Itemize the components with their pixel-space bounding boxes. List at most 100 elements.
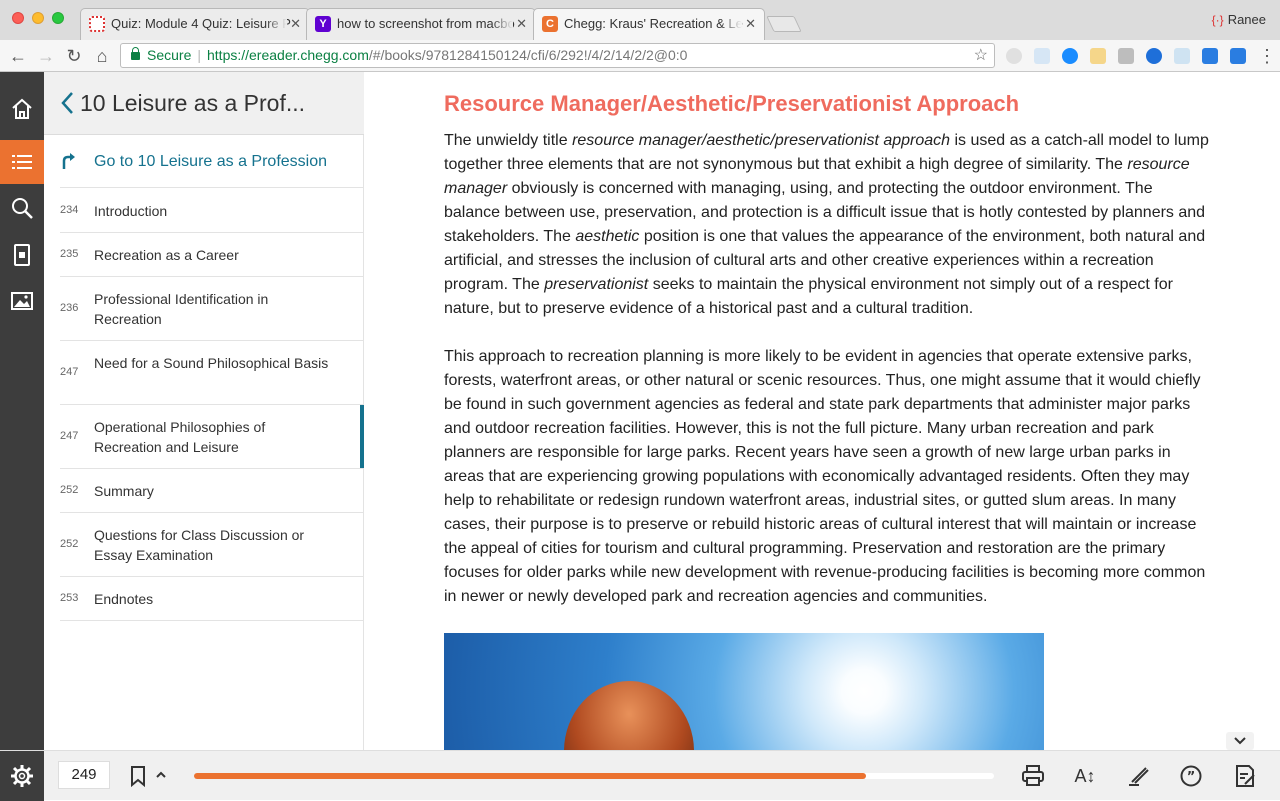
bookmark-icon[interactable] bbox=[130, 765, 146, 787]
profile-icon: {·} bbox=[1211, 13, 1224, 27]
browser-menu-icon[interactable]: ⋮ bbox=[1258, 44, 1276, 68]
reload-icon[interactable]: ↻ bbox=[62, 44, 86, 68]
profile-button[interactable]: {·} Ranee bbox=[1212, 12, 1266, 27]
extension-icon[interactable] bbox=[1146, 48, 1162, 64]
toc-sidebar: 10 Leisure as a Prof... Go to 10 Leisure… bbox=[44, 72, 364, 750]
image-icon[interactable] bbox=[0, 279, 44, 323]
quote-icon[interactable]: ” bbox=[1178, 763, 1204, 789]
tab-title: Chegg: Kraus' Recreation & Le bbox=[564, 16, 743, 31]
extension-icon[interactable] bbox=[1062, 48, 1078, 64]
url-host: https://ereader.chegg.com bbox=[207, 47, 369, 63]
toc-item-label: Introduction bbox=[94, 203, 168, 219]
emphasized-text: preservationist bbox=[544, 276, 649, 293]
browser-tab[interactable]: Y how to screenshot from macbo ✕ bbox=[306, 8, 536, 40]
profile-name: Ranee bbox=[1227, 12, 1266, 27]
url-path: /#/books/9781284150124/cfi/6/292!/4/2/14… bbox=[368, 47, 688, 63]
extension-icon[interactable] bbox=[1174, 48, 1190, 64]
svg-text:”: ” bbox=[1187, 770, 1196, 785]
reading-progress-bar[interactable] bbox=[194, 773, 994, 779]
goto-chapter-label: Go to 10 Leisure as a Profession bbox=[94, 153, 328, 170]
tab-title: Quiz: Module 4 Quiz: Leisure P bbox=[111, 16, 291, 31]
browser-toolbar: ← → ↻ ⌂ Secure | https://ereader.chegg.com… bbox=[0, 40, 1280, 72]
toc-icon[interactable] bbox=[0, 140, 44, 184]
extension-icon[interactable] bbox=[1090, 48, 1106, 64]
reading-progress-fill bbox=[194, 773, 866, 779]
toc-page-number: 247 bbox=[60, 366, 79, 378]
new-tab-button[interactable] bbox=[766, 16, 802, 32]
emphasized-text: aesthetic bbox=[575, 228, 640, 245]
chevron-up-icon[interactable] bbox=[155, 765, 167, 787]
toc-item[interactable]: 234 Introduction bbox=[60, 189, 364, 233]
section-heading: Resource Manager/Aesthetic/Preservationi… bbox=[444, 91, 1020, 116]
toc-item[interactable]: 247 Need for a Sound Philosophical Basis bbox=[60, 341, 364, 405]
toc-item-label: Endnotes bbox=[94, 591, 154, 607]
arrow-turn-icon bbox=[62, 153, 75, 169]
toc-header: 10 Leisure as a Prof... bbox=[44, 72, 364, 135]
chevron-left-icon[interactable] bbox=[58, 89, 76, 117]
paragraph: The unwieldy title resource manager/aest… bbox=[444, 129, 1209, 321]
lock-icon bbox=[131, 47, 140, 60]
bookmark-star-icon[interactable]: ☆ bbox=[974, 44, 988, 67]
paragraph: This approach to recreation planning is … bbox=[444, 348, 1206, 605]
extension-icon[interactable] bbox=[1202, 48, 1218, 64]
flashcards-icon[interactable] bbox=[0, 233, 44, 277]
toc-list: 234 Introduction 235 Recreation as a Car… bbox=[60, 189, 364, 621]
close-window-button[interactable] bbox=[12, 12, 24, 24]
browser-tab[interactable]: Quiz: Module 4 Quiz: Leisure P ✕ bbox=[80, 8, 310, 40]
text-size-icon[interactable]: A↕ bbox=[1072, 763, 1098, 789]
toc-item-label: Summary bbox=[94, 483, 154, 499]
notes-icon[interactable] bbox=[1232, 763, 1258, 789]
toc-page-number: 235 bbox=[60, 248, 79, 260]
minimize-window-button[interactable] bbox=[32, 12, 44, 24]
emphasized-text: resource manager/aesthetic/preservationi… bbox=[572, 132, 951, 149]
highlight-icon[interactable] bbox=[1126, 763, 1152, 789]
reader-bottombar: 249 A↕ ” bbox=[0, 750, 1280, 801]
extension-icon[interactable] bbox=[1034, 48, 1050, 64]
toc-page-number: 236 bbox=[60, 302, 79, 314]
toc-page-number: 234 bbox=[60, 204, 79, 216]
left-rail bbox=[0, 72, 44, 800]
goto-chapter-link[interactable]: Go to 10 Leisure as a Profession bbox=[60, 136, 364, 188]
chapter-title: 10 Leisure as a Prof... bbox=[80, 90, 306, 116]
back-icon[interactable]: ← bbox=[6, 44, 30, 68]
settings-icon[interactable] bbox=[0, 751, 44, 801]
toc-item[interactable]: 253 Endnotes bbox=[60, 577, 364, 621]
forward-icon[interactable]: → bbox=[34, 44, 58, 68]
toc-item[interactable]: 252 Summary bbox=[60, 469, 364, 513]
search-icon[interactable] bbox=[0, 186, 44, 230]
toc-item-label: Operational Philosophies of Recreation a… bbox=[94, 419, 266, 455]
toc-item[interactable]: 252 Questions for Class Discussion or Es… bbox=[60, 513, 364, 577]
zoom-window-button[interactable] bbox=[52, 12, 64, 24]
yahoo-icon: Y bbox=[315, 16, 331, 32]
close-tab-icon[interactable]: ✕ bbox=[290, 9, 301, 39]
close-tab-icon[interactable]: ✕ bbox=[516, 9, 527, 39]
address-bar[interactable]: Secure | https://ereader.chegg.com/#/books… bbox=[120, 43, 995, 68]
toc-item-label: Recreation as a Career bbox=[94, 247, 239, 263]
print-icon[interactable] bbox=[1020, 763, 1046, 789]
toc-page-number: 252 bbox=[60, 484, 79, 496]
browser-tabstrip: Quiz: Module 4 Quiz: Leisure P ✕ Y how t… bbox=[0, 0, 1280, 40]
home-icon[interactable] bbox=[0, 87, 44, 131]
tab-title: how to screenshot from macbo bbox=[337, 16, 515, 31]
toc-item[interactable]: 236 Professional Identification in Recre… bbox=[60, 277, 364, 341]
toc-page-number: 252 bbox=[60, 538, 79, 550]
toc-item-label: Questions for Class Discussion or Essay … bbox=[94, 527, 305, 563]
extension-icon[interactable] bbox=[1118, 48, 1134, 64]
canvas-icon bbox=[89, 16, 105, 32]
paragraph-text: The unwieldy title bbox=[444, 132, 573, 149]
secure-label: Secure bbox=[147, 47, 192, 63]
arch-rock bbox=[564, 681, 694, 750]
close-tab-icon[interactable]: ✕ bbox=[745, 9, 756, 39]
page-number-input[interactable]: 249 bbox=[58, 761, 110, 789]
extension-icon[interactable] bbox=[1006, 48, 1022, 64]
chegg-icon: C bbox=[542, 16, 558, 32]
toc-item-current[interactable]: 247 Operational Philosophies of Recreati… bbox=[60, 405, 364, 469]
reader-content: Resource Manager/Aesthetic/Preservationi… bbox=[365, 72, 1280, 750]
home-button-icon[interactable]: ⌂ bbox=[90, 44, 114, 68]
browser-tab-active[interactable]: C Chegg: Kraus' Recreation & Le ✕ bbox=[533, 8, 765, 40]
chevron-down-icon[interactable] bbox=[1226, 732, 1254, 750]
toc-item[interactable]: 235 Recreation as a Career bbox=[60, 233, 364, 277]
extension-icon[interactable] bbox=[1230, 48, 1246, 64]
toc-item-label: Professional Identification in Recreatio… bbox=[94, 291, 269, 327]
toc-page-number: 253 bbox=[60, 592, 79, 604]
